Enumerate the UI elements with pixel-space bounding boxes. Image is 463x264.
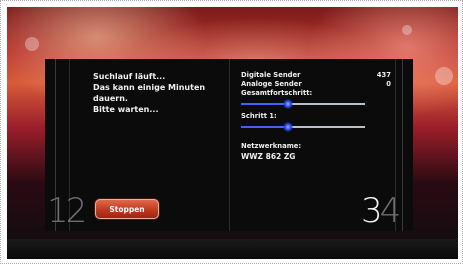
analog-channels-label: Analoge Sender: [241, 80, 302, 88]
bokeh-light: [435, 67, 453, 85]
bokeh-light: [402, 25, 412, 35]
stop-button[interactable]: Stoppen: [95, 199, 159, 219]
message-line: Suchlauf läuft...: [93, 72, 166, 81]
network-name-label: Netzwerkname:: [241, 142, 302, 150]
column-divider: [229, 59, 230, 231]
screen-bottom-band: [7, 239, 458, 259]
progress-fill: [241, 126, 289, 128]
network-name-value: WWZ 862 ZG: [241, 152, 296, 161]
step-number: 3: [361, 191, 383, 231]
step-indicator-left: 12: [47, 191, 88, 231]
analog-channels-count: 0: [386, 80, 391, 88]
overall-progress-label: Gesamtfortschritt:: [241, 89, 313, 97]
step-number: 1: [47, 191, 69, 231]
progress-knob: [283, 122, 294, 132]
step-number: 2: [65, 191, 88, 231]
screenshot-frame: Suchlauf läuft... Das kann einige Minute…: [0, 0, 463, 264]
panel-rail: [402, 59, 403, 231]
progress-knob: [283, 99, 294, 109]
message-line: Bitte warten...: [93, 105, 159, 114]
digital-channels-row: Digitale Sender 437: [241, 71, 391, 80]
progress-fill: [241, 103, 289, 105]
step-number: 4: [379, 191, 402, 231]
overall-progress-bar: [241, 99, 391, 109]
installation-panel: Suchlauf läuft... Das kann einige Minute…: [45, 59, 413, 231]
step-progress-bar: [241, 122, 391, 132]
scan-message: Suchlauf läuft... Das kann einige Minute…: [93, 71, 205, 115]
tv-screen: Suchlauf läuft... Das kann einige Minute…: [7, 7, 458, 259]
digital-channels-label: Digitale Sender: [241, 71, 301, 79]
scan-status: Digitale Sender 437 Analoge Sender 0 Ges…: [241, 71, 391, 161]
message-line: Das kann einige Minuten: [93, 83, 206, 92]
analog-channels-row: Analoge Sender 0: [241, 80, 391, 89]
message-line: dauern.: [93, 94, 128, 103]
bokeh-light: [25, 37, 39, 51]
step-progress-label: Schritt 1:: [241, 112, 277, 120]
digital-channels-count: 437: [376, 71, 391, 79]
step-indicator-right: 34: [361, 191, 402, 231]
